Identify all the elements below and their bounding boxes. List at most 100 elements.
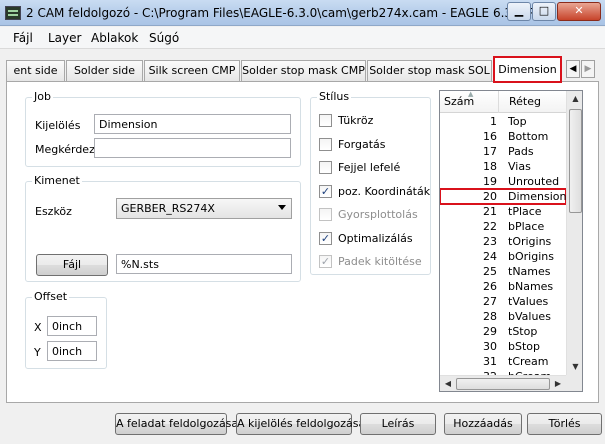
optimize-checkbox-label: Optimalizálás: [338, 232, 413, 245]
layer-row[interactable]: 16 Bottom: [440, 129, 566, 144]
layer-list[interactable]: Szám ▲ Réteg 1 Top 16 Bottom 17 Pads 18 Vias 19 U…: [439, 90, 583, 392]
device-select-value: GERBER_RS274X: [121, 202, 215, 215]
layer-name: Unrouted: [508, 175, 560, 188]
horizontal-scroll-thumb[interactable]: [456, 378, 550, 390]
device-select[interactable]: GERBER_RS274X: [116, 198, 292, 219]
scroll-right-icon[interactable]: ▶: [550, 376, 566, 391]
minimize-button[interactable]: ▁: [507, 2, 531, 21]
layer-name: tValues: [508, 295, 549, 308]
layer-name: bStop: [508, 340, 540, 353]
mirror-checkbox-box[interactable]: [319, 114, 332, 127]
maximize-button[interactable]: □: [532, 2, 556, 21]
scroll-left-icon[interactable]: ◀: [440, 376, 456, 391]
description-button[interactable]: Leírás: [360, 413, 436, 435]
layer-number: 29: [483, 325, 497, 338]
layer-row[interactable]: 1 Top: [440, 114, 566, 129]
scroll-down-icon[interactable]: ▼: [567, 359, 582, 375]
layer-row[interactable]: 20 Dimension: [440, 188, 567, 205]
layer-row[interactable]: 17 Pads: [440, 144, 566, 159]
menu-windows[interactable]: Ablakok: [91, 31, 138, 45]
checkmark-icon[interactable]: ✓: [319, 232, 332, 245]
window-title: 2 CAM feldolgozó - C:\Program Files\EAGL…: [26, 6, 562, 20]
job-prompt-input[interactable]: [94, 138, 291, 158]
tab-solder-side[interactable]: Solder side: [66, 60, 143, 81]
vertical-scrollbar[interactable]: ▲ ▼: [566, 91, 582, 375]
layer-number: 1: [490, 115, 497, 128]
file-button[interactable]: Fájl: [36, 254, 108, 276]
tab-solder-stop-mask-cmp[interactable]: Solder stop mask CMP: [241, 60, 366, 81]
layer-number: 22: [483, 220, 497, 233]
layer-row[interactable]: 28 bValues: [440, 309, 566, 324]
layer-name: tCream: [508, 355, 549, 368]
menu-help[interactable]: Súgó: [149, 31, 179, 45]
layer-number: 23: [483, 235, 497, 248]
style-group: Stílus Tükröz Forgatás Fejjel lefelé ✓ p…: [310, 90, 431, 275]
layer-number: 26: [483, 280, 497, 293]
layer-row[interactable]: 24 bOrigins: [440, 249, 566, 264]
layer-row[interactable]: 21 tPlace: [440, 204, 566, 219]
tab-panel: Job Kijelölés Dimension Megkérdez Kimene…: [6, 81, 599, 403]
mirror-checkbox-label: Tükröz: [338, 114, 374, 127]
scroll-up-icon[interactable]: ▲: [567, 91, 582, 107]
rotate-checkbox-box[interactable]: [319, 138, 332, 151]
fill-pads-checkbox-label: Padek kitöltése: [338, 255, 422, 268]
layer-name: bPlace: [508, 220, 545, 233]
menu-bar: Fájl Layer Ablakok Súgó: [0, 27, 605, 49]
style-group-title: Stílus: [317, 90, 352, 103]
close-button[interactable]: ✕: [557, 2, 601, 21]
menu-file[interactable]: Fájl: [13, 31, 33, 45]
offset-y-input[interactable]: 0inch: [47, 341, 97, 361]
layer-name: Top: [508, 115, 527, 128]
tab-scroll-right-icon[interactable]: ▶: [581, 60, 595, 78]
layer-number: 20: [483, 190, 497, 203]
offset-x-label: X: [34, 321, 42, 334]
layer-number: 21: [483, 205, 497, 218]
layer-name: tStop: [508, 325, 538, 338]
layer-number: 19: [483, 175, 497, 188]
column-divider[interactable]: [498, 91, 499, 113]
sort-ascending-icon: ▲: [468, 90, 474, 98]
layer-row[interactable]: 31 tCream: [440, 354, 566, 369]
job-prompt-label: Megkérdez: [35, 143, 95, 156]
menu-layer[interactable]: Layer: [48, 31, 81, 45]
offset-x-input[interactable]: 0inch: [47, 316, 97, 336]
horizontal-scrollbar[interactable]: ◀ ▶: [440, 375, 566, 391]
add-button[interactable]: Hozzáadás: [444, 413, 522, 435]
layer-row[interactable]: 25 tNames: [440, 264, 566, 279]
layer-row[interactable]: 22 bPlace: [440, 219, 566, 234]
layer-row[interactable]: 27 tValues: [440, 294, 566, 309]
layer-name: Bottom: [508, 130, 549, 143]
file-input[interactable]: %N.sts: [116, 254, 292, 274]
upside-down-checkbox-box[interactable]: [319, 161, 332, 174]
layer-name: Pads: [508, 145, 534, 158]
pos-coordinates-checkbox-label: poz. Koordináták: [338, 185, 431, 198]
upside-down-checkbox-label: Fejjel lefelé: [338, 161, 401, 174]
layer-row[interactable]: 23 tOrigins: [440, 234, 566, 249]
layer-row[interactable]: 26 bNames: [440, 279, 566, 294]
process-section-button[interactable]: A kijelölés feldolgozása: [236, 413, 365, 435]
job-group: Job Kijelölés Dimension Megkérdez: [25, 90, 301, 167]
column-header-layer[interactable]: Réteg: [509, 95, 541, 108]
checkmark-icon[interactable]: ✓: [319, 185, 332, 198]
job-name-input[interactable]: Dimension: [94, 114, 291, 134]
title-bar: 2 CAM feldolgozó - C:\Program Files\EAGL…: [0, 0, 605, 26]
offset-group: Offset X 0inch Y 0inch: [25, 290, 107, 369]
tab-scroll-left-icon[interactable]: ◀: [566, 60, 580, 78]
tab-component-side[interactable]: ent side: [6, 60, 65, 81]
chevron-down-icon: [278, 205, 286, 210]
tab-dimension[interactable]: Dimension: [493, 56, 562, 83]
layer-name: bNames: [508, 280, 554, 293]
output-group-title: Kimenet: [32, 174, 82, 187]
process-job-button[interactable]: A feladat feldolgozása: [115, 413, 238, 435]
layer-row[interactable]: 30 bStop: [440, 339, 566, 354]
tab-solder-stop-mask-sol[interactable]: Solder stop mask SOL: [367, 60, 492, 81]
layer-number: 24: [483, 250, 497, 263]
tab-silk-screen-cmp[interactable]: Silk screen CMP: [144, 60, 240, 81]
layer-row[interactable]: 18 Vias: [440, 159, 566, 174]
layer-number: 30: [483, 340, 497, 353]
delete-button[interactable]: Törlés: [527, 413, 602, 435]
layer-row[interactable]: 19 Unrouted: [440, 174, 566, 189]
layer-row[interactable]: 29 tStop: [440, 324, 566, 339]
vertical-scroll-thumb[interactable]: [569, 109, 582, 213]
layer-name: bOrigins: [508, 250, 554, 263]
